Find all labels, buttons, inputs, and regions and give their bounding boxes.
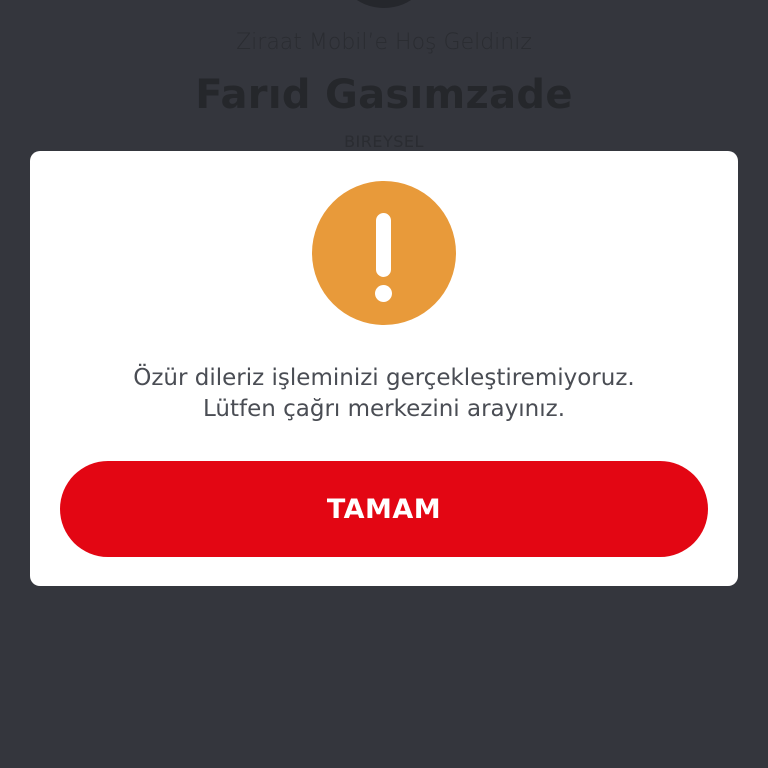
user-name: Farıd Gasımzade xyxy=(195,72,573,118)
error-dialog: Özür dileriz işleminizi gerçekleştiremiy… xyxy=(30,151,738,586)
avatar xyxy=(334,0,434,8)
welcome-text: Ziraat Mobil’e Hoş Geldiniz xyxy=(236,30,532,55)
error-message-line-2: Lütfen çağrı merkezini arayınız. xyxy=(202,396,566,422)
exclamation-bar xyxy=(376,213,391,277)
error-message: Özür dileriz işleminizi gerçekleştiremiy… xyxy=(50,363,718,425)
error-message-line-1: Özür dileriz işleminizi gerçekleştiremiy… xyxy=(133,365,635,391)
customer-segment-label: BIREYSEL xyxy=(344,132,424,151)
warning-exclamation-icon xyxy=(312,181,456,325)
app-screen: Ziraat Mobil’e Hoş Geldiniz Farıd Gasımz… xyxy=(0,0,768,768)
ok-button[interactable]: TAMAM xyxy=(60,461,708,557)
exclamation-dot xyxy=(375,285,392,302)
